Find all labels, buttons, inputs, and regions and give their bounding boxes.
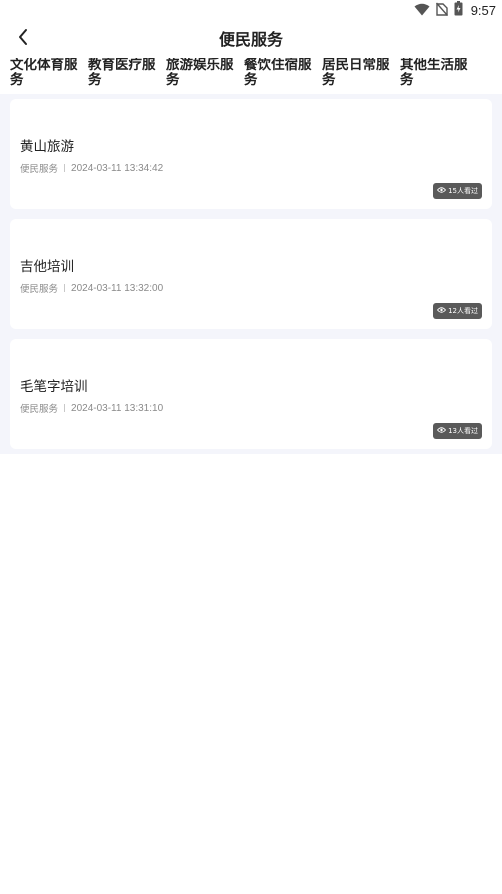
tab-dining-lodging[interactable]: 餐饮住宿服务: [234, 58, 312, 94]
tab-culture-sports[interactable]: 文化体育服务: [0, 58, 78, 94]
article-title: 黄山旅游: [20, 139, 74, 155]
article-title: 吉他培训: [20, 259, 74, 275]
article-meta: 便民服务 2024-03-11 13:32:00: [20, 281, 164, 296]
battery-icon: [454, 0, 463, 20]
article-card[interactable]: 黄山旅游 便民服务 2024-03-11 13:34:42 15人看过: [10, 99, 492, 209]
article-meta: 便民服务 2024-03-11 13:31:10: [20, 401, 164, 416]
tab-education-medical[interactable]: 教育医疗服务: [78, 58, 156, 94]
article-datetime: 2024-03-11 13:34:42: [71, 162, 164, 174]
eye-icon: [436, 307, 447, 315]
views-badge: 15人看过: [433, 183, 482, 199]
views-count: 12人看过: [448, 307, 478, 315]
status-time: 9:57: [470, 2, 496, 18]
eye-icon: [436, 427, 447, 435]
views-badge: 13人看过: [433, 423, 482, 439]
tab-other-services[interactable]: 其他生活服务: [390, 58, 468, 94]
article-category: 便民服务: [20, 404, 59, 415]
views-count: 15人看过: [448, 187, 478, 195]
article-card[interactable]: 吉他培训 便民服务 2024-03-11 13:32:00 12人看过: [10, 219, 492, 329]
views-count: 13人看过: [448, 427, 478, 435]
nav-bar: 便民服务: [0, 20, 502, 58]
article-meta: 便民服务 2024-03-11 13:34:42: [20, 161, 164, 176]
article-title: 毛笔字培训: [20, 379, 88, 395]
tab-daily-services[interactable]: 居民日常服务: [312, 58, 390, 94]
meta-divider: [64, 284, 66, 292]
category-tab-bar: 文化体育服务 教育医疗服务 旅游娱乐服务 餐饮住宿服务 居民日常服务 其他生活服…: [0, 58, 502, 94]
meta-divider: [64, 404, 66, 412]
wifi-icon: [414, 1, 430, 20]
status-bar: 9:57: [0, 0, 502, 20]
article-list: 黄山旅游 便民服务 2024-03-11 13:34:42 15人看过 吉他培训…: [0, 94, 502, 454]
article-card[interactable]: 毛笔字培训 便民服务 2024-03-11 13:31:10 13人看过: [10, 339, 492, 449]
no-sim-icon: [435, 1, 448, 20]
page-title: 便民服务: [218, 30, 283, 49]
article-datetime: 2024-03-11 13:32:00: [71, 282, 164, 294]
views-badge: 12人看过: [433, 303, 482, 319]
eye-icon: [436, 187, 447, 195]
article-category: 便民服务: [20, 284, 59, 295]
article-category: 便民服务: [20, 164, 59, 175]
meta-divider: [64, 164, 66, 172]
tab-travel-entertainment[interactable]: 旅游娱乐服务: [156, 58, 234, 94]
status-icons: 9:57: [414, 0, 496, 20]
article-datetime: 2024-03-11 13:31:10: [71, 402, 164, 414]
